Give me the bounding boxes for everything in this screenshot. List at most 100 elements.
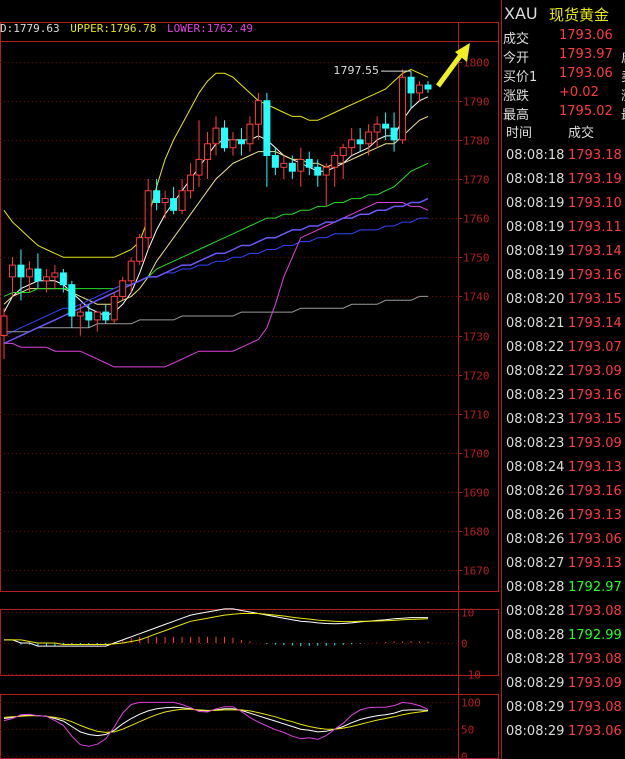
candle-body (17, 264, 25, 278)
tick-price: 1793.19 (568, 172, 622, 187)
candle-body (271, 155, 279, 168)
tick-time: 08:08:21 (506, 316, 565, 331)
tick-row[interactable]: 08:08:23 1793.15 (502, 412, 625, 436)
quote-panel: XAU 现货黄金 成交 1793.06 今开 1793.97 启买价1 1793.06 卖涨… (502, 0, 625, 759)
candle-body (382, 123, 390, 129)
tick-row[interactable]: 08:08:23 1793.16 (502, 388, 625, 412)
y-tick-label: 1670 (463, 565, 490, 578)
candle-body (356, 139, 364, 145)
tick-time: 08:08:26 (506, 484, 565, 499)
candle-body (8, 264, 16, 278)
candle-body (229, 139, 237, 149)
y-tick-label: 1780 (463, 135, 490, 148)
tick-time: 08:08:26 (506, 508, 565, 523)
macd-tick-label: -10 (461, 669, 481, 682)
quote-trail: 最 (621, 104, 625, 123)
candle-body (187, 174, 195, 192)
price-axis: 1800179017801770176017501740173017201710… (458, 57, 490, 759)
candle-body (322, 166, 330, 176)
tick-row[interactable]: 08:08:24 1793.13 (502, 460, 625, 484)
y-tick-label: 1740 (463, 291, 490, 304)
quote-value: 1795.02 (559, 104, 613, 119)
candle-body (348, 139, 356, 149)
quote-key: 买价1 (503, 70, 538, 85)
y-tick-label: 1760 (463, 213, 490, 226)
tick-price: 1793.15 (568, 412, 622, 427)
tick-price: 1793.08 (568, 604, 622, 619)
candle-body (42, 276, 50, 282)
tick-row[interactable]: 08:08:27 1793.13 (502, 556, 625, 580)
tick-price: 1793.08 (568, 700, 622, 715)
candle-body (136, 237, 144, 262)
candle-body (246, 123, 254, 145)
quote-value: 1793.06 (559, 28, 613, 43)
series-line-ma-blue (3, 217, 428, 337)
tick-row[interactable]: 08:08:29 1793.08 (502, 700, 625, 724)
tick-time: 08:08:19 (506, 268, 565, 283)
y-tick-label: 1710 (463, 409, 490, 422)
tick-row[interactable]: 08:08:28 1792.99 (502, 628, 625, 652)
sub-indicators (3, 608, 429, 747)
tick-row[interactable]: 08:08:20 1793.15 (502, 292, 625, 316)
quote-value: 1793.06 (559, 66, 613, 81)
candle-body (288, 162, 296, 172)
tick-row[interactable]: 08:08:28 1793.08 (502, 652, 625, 676)
candle-body (390, 127, 398, 141)
y-tick-label: 1770 (463, 174, 490, 187)
candle-body (0, 315, 8, 337)
candle-body (144, 190, 152, 239)
candle-body (373, 123, 381, 133)
tick-time: 08:08:28 (506, 604, 565, 619)
tick-price: 1793.14 (568, 316, 622, 331)
tick-row[interactable]: 08:08:19 1793.16 (502, 268, 625, 292)
y-tick-label: 1720 (463, 370, 490, 383)
quote-value: +0.02 (559, 85, 599, 100)
tick-row[interactable]: 08:08:29 1793.06 (502, 724, 625, 748)
tick-row[interactable]: 08:08:18 1793.18 (502, 148, 625, 172)
candle-body (263, 100, 271, 157)
symbol-code: XAU (504, 4, 538, 23)
tick-time: 08:08:26 (506, 532, 565, 547)
lower-label: LOWER:1762.49 (166, 22, 254, 35)
quote-row: 最高 1795.02 最 (502, 104, 625, 123)
tick-row[interactable]: 08:08:29 1793.09 (502, 676, 625, 700)
tick-row[interactable]: 08:08:21 1793.14 (502, 316, 625, 340)
tick-row[interactable]: 08:08:18 1793.19 (502, 172, 625, 196)
tick-row[interactable]: 08:08:28 1793.08 (502, 604, 625, 628)
tick-time: 08:08:20 (506, 292, 565, 307)
tick-price: 1793.08 (568, 652, 622, 667)
tick-row[interactable]: 08:08:28 1792.97 (502, 580, 625, 604)
candle-body (212, 127, 220, 145)
candle-body (416, 84, 424, 94)
tick-time: 08:08:28 (506, 580, 565, 595)
series-line-trend (3, 197, 429, 345)
y-tick-label: 1750 (463, 252, 490, 265)
tick-price: 1793.11 (568, 220, 622, 235)
candle-body (178, 190, 186, 211)
candle-body (85, 311, 93, 321)
tick-price: 1793.13 (568, 556, 622, 571)
tick-price: 1793.16 (568, 268, 622, 283)
tick-row[interactable]: 08:08:22 1793.09 (502, 364, 625, 388)
candle-body (68, 284, 76, 317)
tick-time: 08:08:18 (506, 148, 565, 163)
ticks-header-time: 时间 (506, 126, 533, 141)
tick-row[interactable]: 08:08:19 1793.10 (502, 196, 625, 220)
tick-row[interactable]: 08:08:26 1793.16 (502, 484, 625, 508)
tick-row[interactable]: 08:08:19 1793.11 (502, 220, 625, 244)
tick-row[interactable]: 08:08:26 1793.06 (502, 532, 625, 556)
tick-time: 08:08:29 (506, 724, 565, 739)
quote-trail: 启 (621, 47, 625, 66)
tick-row[interactable]: 08:08:23 1793.09 (502, 436, 625, 460)
candle-body (305, 158, 313, 168)
tick-row[interactable]: 08:08:26 1793.13 (502, 508, 625, 532)
symbol-title: XAU 现货黄金 (502, 4, 625, 26)
candle-body (59, 272, 67, 286)
candle-body (93, 311, 101, 321)
quote-key: 成交 (503, 32, 530, 47)
y-tick-label: 1690 (463, 487, 490, 500)
candle-body (119, 280, 127, 297)
kdj-tick-label: 50 (461, 724, 474, 737)
tick-row[interactable]: 08:08:22 1793.07 (502, 340, 625, 364)
tick-row[interactable]: 08:08:19 1793.14 (502, 244, 625, 268)
